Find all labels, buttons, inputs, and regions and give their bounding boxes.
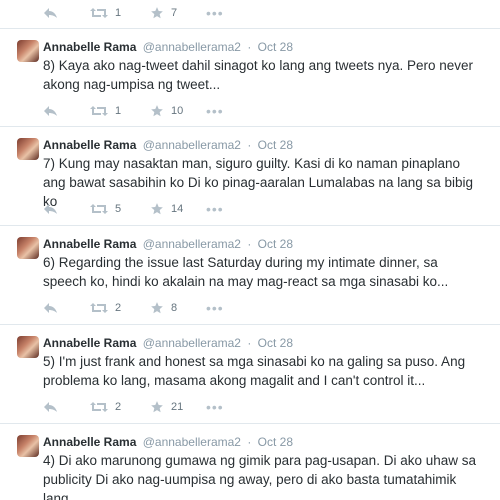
retweet-count: 1 xyxy=(115,7,122,19)
more-options-button[interactable]: ••• xyxy=(206,399,224,415)
tweet-text: 6) Regarding the issue last Saturday dur… xyxy=(43,255,449,289)
favorite-count: 21 xyxy=(171,401,184,413)
retweet-icon xyxy=(90,8,108,18)
star-icon xyxy=(151,302,163,314)
tweet[interactable]: Annabelle Rama @annabellerama2 · Oct 28 … xyxy=(0,29,500,127)
separator: · xyxy=(247,40,252,54)
more-options-button[interactable]: ••• xyxy=(206,300,224,316)
separator: · xyxy=(247,138,252,152)
tweet-header: Annabelle Rama @annabellerama2 · Oct 28 xyxy=(43,236,293,252)
retweet-button[interactable]: 5 xyxy=(90,201,121,217)
separator: · xyxy=(247,336,252,350)
star-icon xyxy=(151,401,163,413)
reply-button[interactable] xyxy=(43,5,58,21)
timeline: 1 7 ••• Annabelle Rama @annabellerama2 ·… xyxy=(0,0,500,500)
retweet-count: 2 xyxy=(115,401,122,413)
timestamp[interactable]: Oct 28 xyxy=(258,336,293,350)
tweet-text: 8) Kaya ako nag-tweet dahil sinagot ko l… xyxy=(43,58,474,92)
tweet-actions: 1 7 ••• xyxy=(43,5,273,21)
avatar[interactable] xyxy=(17,237,39,259)
tweet-text: 4) Di ako marunong gumawa ng gimik para … xyxy=(43,453,476,500)
username[interactable]: @annabellerama2 xyxy=(143,435,241,449)
avatar[interactable] xyxy=(17,336,39,358)
display-name[interactable]: Annabelle Rama xyxy=(43,40,136,54)
username[interactable]: @annabellerama2 xyxy=(143,237,241,251)
more-options-button[interactable]: ••• xyxy=(206,5,224,21)
tweet[interactable]: Annabelle Rama @annabellerama2 · Oct 28 … xyxy=(0,424,500,500)
retweet-icon xyxy=(90,303,108,313)
favorite-button[interactable]: 8 xyxy=(150,300,177,316)
reply-icon xyxy=(44,8,57,18)
tweet-header: Annabelle Rama @annabellerama2 · Oct 28 xyxy=(43,335,293,351)
previous-tweet-actions: 1 7 ••• xyxy=(0,0,500,29)
favorite-button[interactable]: 21 xyxy=(150,399,183,415)
display-name[interactable]: Annabelle Rama xyxy=(43,435,136,449)
display-name[interactable]: Annabelle Rama xyxy=(43,336,136,350)
tweet-header: Annabelle Rama @annabellerama2 · Oct 28 xyxy=(43,137,293,153)
tweet[interactable]: Annabelle Rama @annabellerama2 · Oct 28 … xyxy=(0,226,500,325)
favorite-button[interactable]: 7 xyxy=(150,5,177,21)
separator: · xyxy=(247,237,252,251)
tweet-actions: 5 14 ••• xyxy=(43,201,273,217)
tweet-actions: 1 10 ••• xyxy=(43,103,273,119)
favorite-count: 7 xyxy=(171,7,178,19)
retweet-button[interactable]: 1 xyxy=(90,103,121,119)
reply-icon xyxy=(44,303,57,313)
tweet-header: Annabelle Rama @annabellerama2 · Oct 28 xyxy=(43,434,293,450)
favorite-count: 14 xyxy=(171,203,184,215)
favorite-button[interactable]: 10 xyxy=(150,103,183,119)
more-icon: ••• xyxy=(206,399,224,415)
retweet-button[interactable]: 2 xyxy=(90,300,121,316)
reply-icon xyxy=(44,204,57,214)
timestamp[interactable]: Oct 28 xyxy=(258,237,293,251)
reply-button[interactable] xyxy=(43,300,58,316)
star-icon xyxy=(151,7,163,19)
more-icon: ••• xyxy=(206,201,224,217)
star-icon xyxy=(151,203,163,215)
display-name[interactable]: Annabelle Rama xyxy=(43,237,136,251)
more-options-button[interactable]: ••• xyxy=(206,201,224,217)
reply-button[interactable] xyxy=(43,399,58,415)
display-name[interactable]: Annabelle Rama xyxy=(43,138,136,152)
avatar[interactable] xyxy=(17,435,39,457)
retweet-icon xyxy=(90,402,108,412)
timestamp[interactable]: Oct 28 xyxy=(258,435,293,449)
timestamp[interactable]: Oct 28 xyxy=(258,40,293,54)
tweet-actions: 2 8 ••• xyxy=(43,300,273,316)
tweet-header: Annabelle Rama @annabellerama2 · Oct 28 xyxy=(43,39,293,55)
reply-button[interactable] xyxy=(43,103,58,119)
avatar[interactable] xyxy=(17,138,39,160)
reply-icon xyxy=(44,402,57,412)
timestamp[interactable]: Oct 28 xyxy=(258,138,293,152)
more-icon: ••• xyxy=(206,300,224,316)
tweet[interactable]: Annabelle Rama @annabellerama2 · Oct 28 … xyxy=(0,127,500,226)
favorite-count: 10 xyxy=(171,105,184,117)
favorite-button[interactable]: 14 xyxy=(150,201,183,217)
retweet-count: 5 xyxy=(115,203,122,215)
tweet-actions: 2 21 ••• xyxy=(43,399,273,415)
username[interactable]: @annabellerama2 xyxy=(143,40,241,54)
reply-icon xyxy=(44,106,57,116)
reply-button[interactable] xyxy=(43,201,58,217)
username[interactable]: @annabellerama2 xyxy=(143,138,241,152)
retweet-icon xyxy=(90,106,108,116)
tweet-text: 5) I'm just frank and honest sa mga sina… xyxy=(43,354,466,388)
more-icon: ••• xyxy=(206,5,224,21)
favorite-count: 8 xyxy=(171,302,178,314)
separator: · xyxy=(247,435,252,449)
retweet-count: 2 xyxy=(115,302,122,314)
retweet-count: 1 xyxy=(115,105,122,117)
retweet-icon xyxy=(90,204,108,214)
username[interactable]: @annabellerama2 xyxy=(143,336,241,350)
more-icon: ••• xyxy=(206,103,224,119)
tweet[interactable]: Annabelle Rama @annabellerama2 · Oct 28 … xyxy=(0,325,500,424)
retweet-button[interactable]: 1 xyxy=(90,5,121,21)
retweet-button[interactable]: 2 xyxy=(90,399,121,415)
more-options-button[interactable]: ••• xyxy=(206,103,224,119)
avatar[interactable] xyxy=(17,40,39,62)
star-icon xyxy=(151,105,163,117)
